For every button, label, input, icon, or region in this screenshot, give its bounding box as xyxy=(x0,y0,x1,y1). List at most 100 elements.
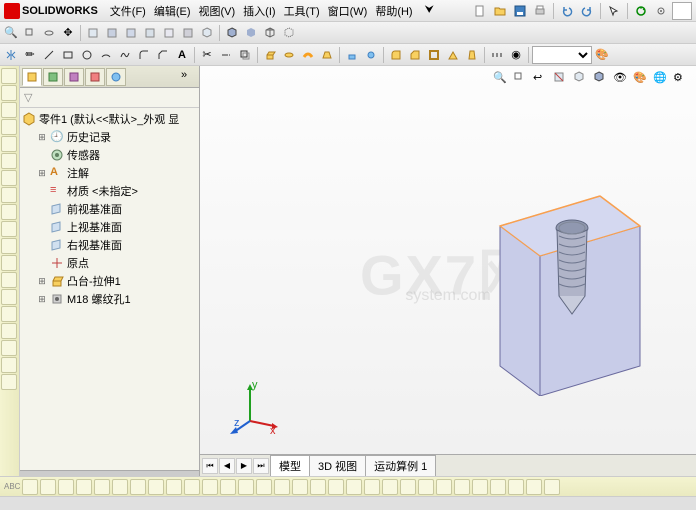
hud-zoom-fit-icon[interactable]: 🔍 xyxy=(492,70,510,88)
open-button[interactable] xyxy=(491,2,509,20)
hud-display-style-icon[interactable] xyxy=(592,70,610,88)
right-view-icon[interactable] xyxy=(141,24,159,42)
bdock-2-icon[interactable] xyxy=(40,479,56,495)
dock-misc2-icon[interactable] xyxy=(1,323,17,339)
iso-view-icon[interactable] xyxy=(198,24,216,42)
print-button[interactable] xyxy=(531,2,549,20)
left-view-icon[interactable] xyxy=(122,24,140,42)
bdock-15-icon[interactable] xyxy=(274,479,290,495)
dock-misc3-icon[interactable] xyxy=(1,340,17,356)
tab-config-manager[interactable] xyxy=(64,68,84,86)
bdock-8-icon[interactable] xyxy=(148,479,164,495)
tab-nav-last-icon[interactable]: ⏭ xyxy=(253,458,269,474)
sweep-icon[interactable] xyxy=(299,46,317,64)
menu-tools[interactable]: 工具(T) xyxy=(280,1,324,21)
bdock-27-icon[interactable] xyxy=(490,479,506,495)
sketch-icon[interactable]: ✏ xyxy=(21,46,39,64)
menu-window[interactable]: 窗口(W) xyxy=(324,1,372,21)
tab-model[interactable]: 模型 xyxy=(270,455,310,476)
tree-item-right-plane[interactable]: 右视基准面 xyxy=(22,236,197,254)
expander-icon[interactable]: ⊞ xyxy=(36,293,48,305)
dock-evaluate-icon[interactable] xyxy=(1,170,17,186)
spline-icon[interactable] xyxy=(116,46,134,64)
dock-sheetmetal-icon[interactable] xyxy=(1,119,17,135)
tree-item-history[interactable]: ⊞ 🕘 历史记录 xyxy=(22,128,197,146)
circular-pattern-icon[interactable]: ◉ xyxy=(507,46,525,64)
dock-simulation-icon[interactable] xyxy=(1,238,17,254)
line-icon[interactable] xyxy=(40,46,58,64)
rib-icon[interactable] xyxy=(444,46,462,64)
bdock-3-icon[interactable] xyxy=(58,479,74,495)
bdock-30-icon[interactable] xyxy=(544,479,560,495)
circle-icon[interactable] xyxy=(78,46,96,64)
zoom-area-icon[interactable] xyxy=(21,24,39,42)
fillet-icon[interactable] xyxy=(135,46,153,64)
top-view-icon[interactable] xyxy=(160,24,178,42)
appearance-icon[interactable]: 🎨 xyxy=(593,46,611,64)
redo-button[interactable] xyxy=(578,2,596,20)
bdock-25-icon[interactable] xyxy=(454,479,470,495)
menu-insert[interactable]: 插入(I) xyxy=(239,1,279,21)
linear-pattern-icon[interactable] xyxy=(488,46,506,64)
expander-icon[interactable]: ⊞ xyxy=(36,167,48,179)
menu-view[interactable]: 视图(V) xyxy=(195,1,240,21)
graphics-viewport[interactable]: GX7网 system.com 🔍 ↩ 👁 🎨 🌐 ⚙ xyxy=(200,66,696,476)
rotate-view-icon[interactable] xyxy=(40,24,58,42)
menu-expand-icon[interactable]: ⮟ xyxy=(421,2,438,19)
text-icon[interactable]: A xyxy=(173,46,191,64)
options-button[interactable] xyxy=(652,2,670,20)
dock-surfaces-icon[interactable] xyxy=(1,102,17,118)
hud-section-icon[interactable] xyxy=(552,70,570,88)
dock-flow-icon[interactable] xyxy=(1,255,17,271)
bdock-24-icon[interactable] xyxy=(436,479,452,495)
tree-item-sensors[interactable]: 传感器 xyxy=(22,146,197,164)
hole-wizard-icon[interactable] xyxy=(362,46,380,64)
new-button[interactable] xyxy=(471,2,489,20)
tab-3d-view[interactable]: 3D 视图 xyxy=(309,455,366,476)
shell-icon[interactable] xyxy=(425,46,443,64)
shaded-icon[interactable] xyxy=(242,24,260,42)
dock-toolbox-icon[interactable] xyxy=(1,272,17,288)
menu-help[interactable]: 帮助(H) xyxy=(371,1,416,21)
tab-nav-first-icon[interactable]: ⏮ xyxy=(202,458,218,474)
tree-item-annotations[interactable]: ⊞ A 注解 xyxy=(22,164,197,182)
extrude-boss-icon[interactable] xyxy=(261,46,279,64)
zoom-fit-icon[interactable]: 🔍 xyxy=(2,24,20,42)
dock-mold-icon[interactable] xyxy=(1,153,17,169)
dock-routing-icon[interactable] xyxy=(1,289,17,305)
expander-icon[interactable]: ⊞ xyxy=(36,131,48,143)
filter-icon[interactable]: ▽ xyxy=(24,91,32,104)
bdock-29-icon[interactable] xyxy=(526,479,542,495)
revolve-boss-icon[interactable] xyxy=(280,46,298,64)
bdock-28-icon[interactable] xyxy=(508,479,524,495)
expander-icon[interactable]: ⊞ xyxy=(36,275,48,287)
extend-icon[interactable] xyxy=(217,46,235,64)
hud-hide-show-icon[interactable]: 👁 xyxy=(612,70,630,88)
hud-scene-icon[interactable]: 🌐 xyxy=(652,70,670,88)
hud-zoom-area-icon[interactable] xyxy=(512,70,530,88)
feature-tree[interactable]: 零件1 (默认<<默认>_外观 显 ⊞ 🕘 历史记录 传感器 ⊞ A 注解 ≡ … xyxy=(20,108,199,470)
dock-misc5-icon[interactable] xyxy=(1,374,17,390)
save-button[interactable] xyxy=(511,2,529,20)
tab-motion-study[interactable]: 运动算例 1 xyxy=(365,455,436,476)
rebuild-button[interactable] xyxy=(632,2,650,20)
bottom-view-icon[interactable] xyxy=(179,24,197,42)
feature-fillet-icon[interactable] xyxy=(387,46,405,64)
dock-misc4-icon[interactable] xyxy=(1,357,17,373)
panel-pin-icon[interactable]: » xyxy=(181,69,197,85)
bdock-22-icon[interactable] xyxy=(400,479,416,495)
pan-icon[interactable]: ✥ xyxy=(59,24,77,42)
tab-nav-prev-icon[interactable]: ◀ xyxy=(219,458,235,474)
shaded-edges-icon[interactable] xyxy=(223,24,241,42)
extrude-cut-icon[interactable] xyxy=(343,46,361,64)
wireframe-icon[interactable] xyxy=(261,24,279,42)
bdock-18-icon[interactable] xyxy=(328,479,344,495)
menu-file[interactable]: 文件(F) xyxy=(106,1,150,21)
bdock-5-icon[interactable] xyxy=(94,479,110,495)
bdock-21-icon[interactable] xyxy=(382,479,398,495)
tree-item-top-plane[interactable]: 上视基准面 xyxy=(22,218,197,236)
select-button[interactable] xyxy=(605,2,623,20)
tab-dimxpert-manager[interactable] xyxy=(85,68,105,86)
dock-features-icon[interactable] xyxy=(1,68,17,84)
dock-misc1-icon[interactable] xyxy=(1,306,17,322)
